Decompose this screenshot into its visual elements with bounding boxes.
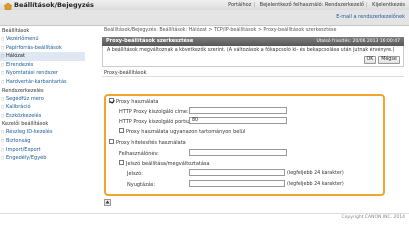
sidebar-item-department-id[interactable]: Részleg ID-kezelés: [0, 128, 85, 137]
use-proxy-label: Proxy használata: [116, 99, 159, 105]
home-icon[interactable]: [3, 2, 13, 10]
copyright: Copyright CANON INC. 2014: [341, 215, 406, 220]
use-auth-row: Proxy hitelesítés használata: [109, 139, 186, 146]
sidebar-section-title: Kezelői beállítások: [2, 121, 49, 128]
arrow-up-icon: [105, 200, 110, 204]
password-hint: (legfeljebb 24 karakter): [287, 171, 344, 176]
password-label: Jelszó:: [127, 171, 143, 177]
sidebar-item-calibration[interactable]: Kalibráció: [0, 103, 85, 112]
sidebar-item-print-system[interactable]: Nyomtatási rendszer: [0, 69, 85, 78]
sidebar-item-network[interactable]: Hálózat: [0, 52, 85, 61]
server-port-label: HTTP Proxy kiszolgáló portszám:: [119, 119, 201, 125]
sidebar-item-helper[interactable]: Segédfüz mero: [0, 95, 85, 104]
sidebar-section-title: Beállítások: [2, 28, 30, 34]
ok-button[interactable]: OK: [364, 56, 376, 64]
use-proxy-row: Proxy használata: [109, 98, 159, 105]
set-password-row: Jelszó beállítása/megváltoztatása: [119, 160, 210, 167]
sidebar: Beállítások Vezérlőmenü Papírforrás-beál…: [0, 27, 85, 217]
breadcrumb: Beállítások/Bejegyzés: Beállítások: Háló…: [104, 28, 337, 33]
same-domain-label: Proxy használata ugyanazon tartományon b…: [126, 129, 246, 135]
notice-text: A beállítások megváltoznak a következők …: [107, 48, 395, 53]
top-links: Portálhoz | Bejelentkező felhasználó: Ren…: [228, 2, 405, 8]
logout-link[interactable]: Kijelentkezés: [372, 2, 405, 8]
password-field[interactable]: [189, 169, 285, 176]
sidebar-item-license-other[interactable]: Engedély/Egyéb: [0, 154, 85, 163]
portal-link[interactable]: Portálhoz: [228, 2, 251, 8]
server-port-field[interactable]: 80: [189, 117, 287, 124]
last-updated: Utolsó frissítés: 20/06 2013 16:00:47: [316, 39, 400, 44]
sidebar-item-control-menu[interactable]: Vezérlőmenü: [0, 35, 85, 44]
main-content: Beállítások/Bejegyzés: Beállítások: Háló…: [102, 27, 404, 77]
sidebar-item-hardware[interactable]: Hardvertár-karbantartás: [0, 78, 85, 87]
email-admin-link[interactable]: E-mail a rendszerkezelőnek: [336, 14, 405, 20]
header-bar: Beállítások/Bejegyzés Portálhoz | Bejelen…: [0, 0, 409, 26]
logged-in-user: Bejelentkező felhasználó: Rendszerkezelő: [259, 2, 364, 8]
server-address-label: HTTP Proxy kiszolgáló címe:: [119, 109, 189, 115]
set-password-checkbox[interactable]: [119, 160, 124, 165]
same-domain-checkbox[interactable]: [119, 128, 124, 133]
username-label: Felhasználónév:: [119, 151, 159, 157]
cancel-button[interactable]: Mégse: [378, 56, 400, 64]
same-domain-row: Proxy használata ugyanazon tartományon b…: [119, 128, 246, 135]
use-proxy-checkbox[interactable]: [109, 98, 114, 103]
sidebar-item-layout[interactable]: Elrendezés: [0, 61, 85, 70]
page-title: Proxy-beállítások szerkesztése: [106, 38, 194, 44]
sidebar-section-title: Rendszerkezelés: [2, 87, 44, 94]
username-field[interactable]: [189, 149, 287, 156]
panel-header: Proxy-beállítások szerkesztése Utolsó fr…: [102, 37, 404, 46]
back-to-top-button[interactable]: [104, 199, 111, 206]
proxy-settings-form: Proxy használata HTTP Proxy kiszolgáló c…: [104, 94, 385, 196]
use-auth-checkbox[interactable]: [109, 139, 114, 144]
sidebar-item-device-management[interactable]: Eszközkezelés: [0, 112, 85, 121]
footer-divider: [0, 213, 409, 214]
notice-box: A beállítások megváltoznak a következők …: [102, 46, 404, 67]
sidebar-item-import-export[interactable]: Import/Export: [0, 146, 85, 155]
confirm-hint: (legfeljebb 24 karakter): [287, 182, 344, 187]
confirm-password-field[interactable]: [189, 180, 285, 187]
sidebar-item-security[interactable]: Biztonság: [0, 137, 85, 146]
app-title: Beállítások/Bejegyzés: [14, 1, 94, 9]
use-auth-label: Proxy hitelesítés használata: [116, 140, 186, 146]
sidebar-item-paper-source[interactable]: Papírforrás-beállítások: [0, 44, 85, 53]
set-password-label: Jelszó beállítása/megváltoztatása: [126, 161, 210, 167]
section-title: Proxy-beállítások: [102, 70, 404, 77]
confirm-label: Nyugtázás:: [127, 182, 156, 188]
server-address-field[interactable]: [189, 107, 287, 114]
